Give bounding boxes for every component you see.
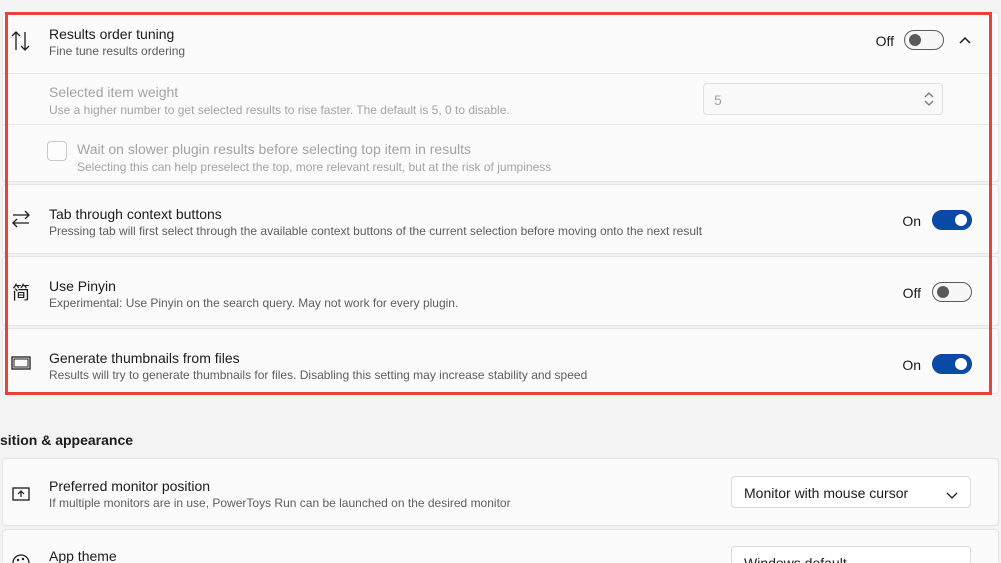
- tab-context-description: Pressing tab will first select through t…: [49, 224, 703, 238]
- divider: [3, 124, 998, 125]
- thumbnails-state-label: On: [902, 357, 921, 373]
- app-theme-value: Windows default: [744, 555, 847, 563]
- tab-context-state-label: On: [902, 213, 921, 229]
- pinyin-toggle[interactable]: [932, 282, 972, 302]
- wait-slower-plugin-title: Wait on slower plugin results before sel…: [77, 141, 471, 157]
- selected-item-weight-numberbox[interactable]: 5: [703, 83, 943, 115]
- results-order-toggle[interactable]: [904, 30, 944, 50]
- collapse-button[interactable]: [953, 28, 977, 52]
- powertoys-run-settings-page: Results order tuning Fine tune results o…: [0, 0, 1001, 563]
- toggle-knob: [909, 34, 921, 46]
- monitor-position-title: Preferred monitor position: [49, 478, 211, 494]
- palette-icon: [9, 551, 33, 563]
- pinyin-icon: 简: [9, 280, 33, 304]
- monitor-icon: [9, 482, 33, 506]
- selected-item-weight-title: Selected item weight: [49, 84, 179, 100]
- pinyin-state-label: Off: [902, 285, 921, 301]
- tab-context-title: Tab through context buttons: [49, 206, 222, 222]
- thumbnails-title: Generate thumbnails from files: [49, 350, 240, 366]
- results-order-description: Fine tune results ordering: [49, 44, 186, 58]
- toggle-knob: [955, 358, 967, 370]
- pinyin-card: 简 Use Pinyin Experimental: Use Pinyin on…: [2, 256, 999, 326]
- toggle-knob: [937, 286, 949, 298]
- results-order-state-label: Off: [875, 33, 894, 49]
- chevron-down-icon: [946, 487, 958, 505]
- app-theme-dropdown[interactable]: Windows default: [731, 546, 971, 563]
- thumbnail-icon: [9, 351, 33, 375]
- sort-arrows-icon: [9, 29, 33, 53]
- selected-item-weight-description: Use a higher number to get selected resu…: [49, 103, 510, 117]
- divider: [3, 73, 998, 74]
- wait-slower-plugin-description: Selecting this can help preselect the to…: [77, 160, 552, 174]
- monitor-position-value: Monitor with mouse cursor: [744, 485, 909, 501]
- tab-arrows-icon: [9, 207, 33, 231]
- selected-item-weight-value: 5: [714, 92, 722, 108]
- pinyin-glyph: 简: [12, 283, 30, 304]
- thumbnails-card: Generate thumbnails from files Results w…: [2, 328, 999, 394]
- thumbnails-description: Results will try to generate thumbnails …: [49, 368, 588, 382]
- pinyin-description: Experimental: Use Pinyin on the search q…: [49, 296, 459, 310]
- app-theme-title: App theme: [49, 548, 117, 563]
- section-header-position-appearance: sition & appearance: [0, 432, 134, 448]
- monitor-position-dropdown[interactable]: Monitor with mouse cursor: [731, 476, 971, 508]
- pinyin-title: Use Pinyin: [49, 278, 116, 294]
- monitor-position-description: If multiple monitors are in use, PowerTo…: [49, 496, 511, 510]
- toggle-knob: [955, 214, 967, 226]
- tab-context-toggle[interactable]: [932, 210, 972, 230]
- tab-context-card: Tab through context buttons Pressing tab…: [2, 184, 999, 254]
- chevron-up-icon: [959, 36, 971, 44]
- thumbnails-toggle[interactable]: [932, 354, 972, 374]
- results-order-title: Results order tuning: [49, 26, 175, 42]
- wait-slower-plugin-checkbox[interactable]: [47, 141, 67, 161]
- spin-arrows-icon[interactable]: [924, 92, 934, 111]
